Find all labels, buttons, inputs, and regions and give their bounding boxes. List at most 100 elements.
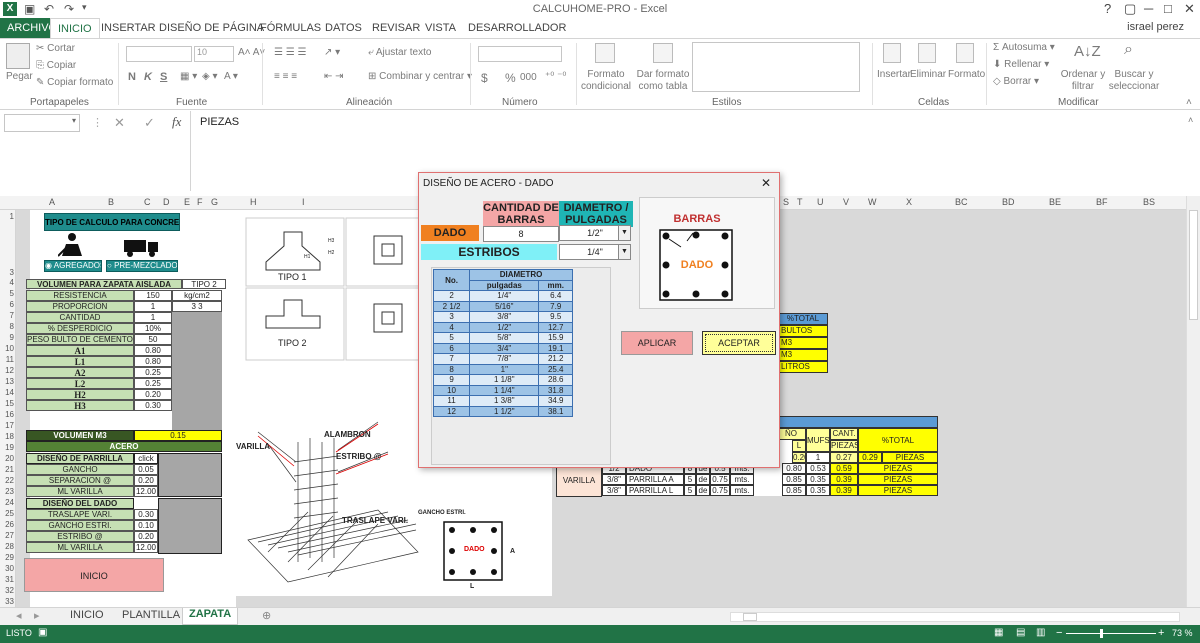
param-value[interactable]: 0.80	[134, 345, 172, 356]
insert-function-icon[interactable]: fx	[172, 114, 181, 130]
chevron-down-icon[interactable]: ▼	[618, 226, 630, 240]
clear-button[interactable]: ◇ Borrar ▾	[993, 76, 1039, 87]
tab-vista[interactable]: VISTA	[418, 18, 463, 38]
autosum-button[interactable]: Σ Autosuma ▾	[993, 42, 1055, 53]
decimals-icon[interactable]: ⁺⁰ ⁻⁰	[545, 71, 566, 82]
scroll-thumb[interactable]	[743, 613, 757, 621]
cancel-entry-icon[interactable]: ✕	[114, 115, 125, 131]
row-number[interactable]: 7	[2, 311, 14, 320]
paste-button[interactable]: Pegar	[6, 71, 33, 82]
row-number[interactable]: 6	[2, 300, 14, 309]
column-header[interactable]: X	[906, 197, 912, 207]
format-table-button[interactable]: Dar formato como tabla	[634, 69, 692, 93]
maximize-icon[interactable]: □	[1164, 1, 1172, 16]
dado-param-value[interactable]: 0.20	[134, 531, 158, 542]
cell-styles-gallery[interactable]	[692, 42, 860, 92]
align-top-icon[interactable]: ☰ ☰ ☰	[274, 47, 306, 58]
tab-datos[interactable]: DATOS	[318, 18, 369, 38]
page-layout-icon[interactable]: ▤	[1016, 627, 1025, 638]
zoom-level[interactable]: 73 %	[1172, 628, 1193, 638]
param-value[interactable]: 50	[134, 334, 172, 345]
indent-icon[interactable]: ⇤ ⇥	[324, 71, 344, 82]
column-header[interactable]: G	[211, 197, 218, 207]
column-header[interactable]: BE	[1049, 197, 1061, 207]
conditional-format-button[interactable]: Formato condicional	[580, 69, 632, 93]
click-cell[interactable]: click	[134, 453, 158, 464]
zoom-out-icon[interactable]: −	[1056, 627, 1062, 639]
scroll-thumb[interactable]	[1189, 210, 1198, 320]
row-number[interactable]: 30	[2, 564, 14, 573]
vertical-scrollbar[interactable]	[1186, 196, 1200, 607]
accept-button[interactable]: ACEPTAR	[702, 331, 776, 355]
percent-button[interactable]: %	[505, 71, 516, 85]
row-number[interactable]: 13	[2, 377, 14, 386]
row-number[interactable]: 26	[2, 520, 14, 529]
find-icon[interactable]: ⌕	[1124, 41, 1133, 59]
horizontal-scrollbar[interactable]	[730, 612, 1180, 622]
underline-button[interactable]: S	[160, 71, 167, 83]
row-number[interactable]: 20	[2, 454, 14, 463]
parrilla-value[interactable]: 12.00	[134, 486, 158, 497]
format-table-icon[interactable]	[653, 43, 673, 63]
minimize-icon[interactable]: ─	[1144, 1, 1153, 16]
dialog-close-icon[interactable]: ✕	[761, 176, 771, 190]
ribbon-display-icon[interactable]: ▢	[1124, 1, 1136, 17]
insert-cells-icon[interactable]	[883, 43, 901, 63]
dado-param-value[interactable]: 0.30	[134, 509, 158, 520]
row-number[interactable]: 14	[2, 388, 14, 397]
row-number[interactable]: 5	[2, 289, 14, 298]
param-value[interactable]: 0.80	[134, 356, 172, 367]
row-number[interactable]: 3	[2, 268, 14, 277]
chevron-down-icon[interactable]: ▾	[72, 116, 76, 125]
format-cells-icon[interactable]	[956, 43, 974, 63]
chevron-down-icon[interactable]: ▼	[618, 245, 630, 259]
prev-sheet-icon[interactable]: ◂	[10, 609, 28, 622]
param-value[interactable]: 10%	[134, 323, 172, 334]
param-value[interactable]: 0.30	[134, 400, 172, 411]
row-number[interactable]: 9	[2, 333, 14, 342]
row-number[interactable]: 27	[2, 531, 14, 540]
font-size-combo[interactable]: 10	[194, 46, 234, 62]
param-value[interactable]: 0.25	[134, 378, 172, 389]
font-color-icon[interactable]: A ▾	[224, 71, 238, 82]
tipo-select[interactable]: TIPO 2	[182, 279, 226, 289]
wrap-text-button[interactable]: ⤶ Ajustar texto	[368, 47, 431, 58]
parrilla-value[interactable]: 0.20	[134, 475, 158, 486]
formula-input[interactable]: PIEZAS	[200, 116, 239, 128]
confirm-entry-icon[interactable]: ✓	[144, 115, 155, 131]
close-window-icon[interactable]: ✕	[1184, 1, 1195, 17]
currency-button[interactable]: $	[481, 71, 488, 85]
row-number[interactable]: 28	[2, 542, 14, 551]
dado-qty-input[interactable]: 8	[483, 226, 559, 242]
param-value[interactable]: 1	[134, 301, 172, 312]
fill-color-icon[interactable]: ◈ ▾	[202, 71, 218, 82]
cut-button[interactable]: ✂ Cortar	[36, 43, 75, 54]
format-cells-button[interactable]: Formato	[948, 69, 985, 80]
column-header[interactable]: C	[144, 197, 151, 207]
column-header[interactable]: I	[302, 197, 305, 207]
row-number[interactable]: 25	[2, 509, 14, 518]
add-sheet-icon[interactable]: ⊕	[256, 609, 277, 622]
sheet-tab-inicio[interactable]: INICIO	[64, 609, 110, 621]
column-header[interactable]: H	[250, 197, 257, 207]
row-number[interactable]: 10	[2, 344, 14, 353]
row-number[interactable]: 16	[2, 410, 14, 419]
row-number[interactable]: 24	[2, 498, 14, 507]
number-format-combo[interactable]	[478, 46, 562, 62]
user-name[interactable]: israel perez	[1127, 21, 1184, 33]
conditional-format-icon[interactable]	[595, 43, 615, 63]
column-header[interactable]: BD	[1002, 197, 1015, 207]
row-number[interactable]: 32	[2, 586, 14, 595]
zoom-slider-thumb[interactable]	[1100, 629, 1103, 638]
merge-center-button[interactable]: ⊞ Combinar y centrar ▾	[368, 71, 472, 82]
fill-button[interactable]: ⬇ Rellenar ▾	[993, 59, 1049, 70]
column-header[interactable]: BC	[955, 197, 968, 207]
help-icon[interactable]: ?	[1104, 1, 1111, 16]
row-number[interactable]: 31	[2, 575, 14, 584]
bold-button[interactable]: N	[128, 71, 136, 83]
zoom-slider[interactable]	[1066, 629, 1156, 638]
row-number[interactable]: 8	[2, 322, 14, 331]
tab-inicio[interactable]: INICIO	[50, 18, 100, 38]
name-box[interactable]: ▾	[4, 114, 80, 132]
next-sheet-icon[interactable]: ▸	[28, 609, 46, 622]
